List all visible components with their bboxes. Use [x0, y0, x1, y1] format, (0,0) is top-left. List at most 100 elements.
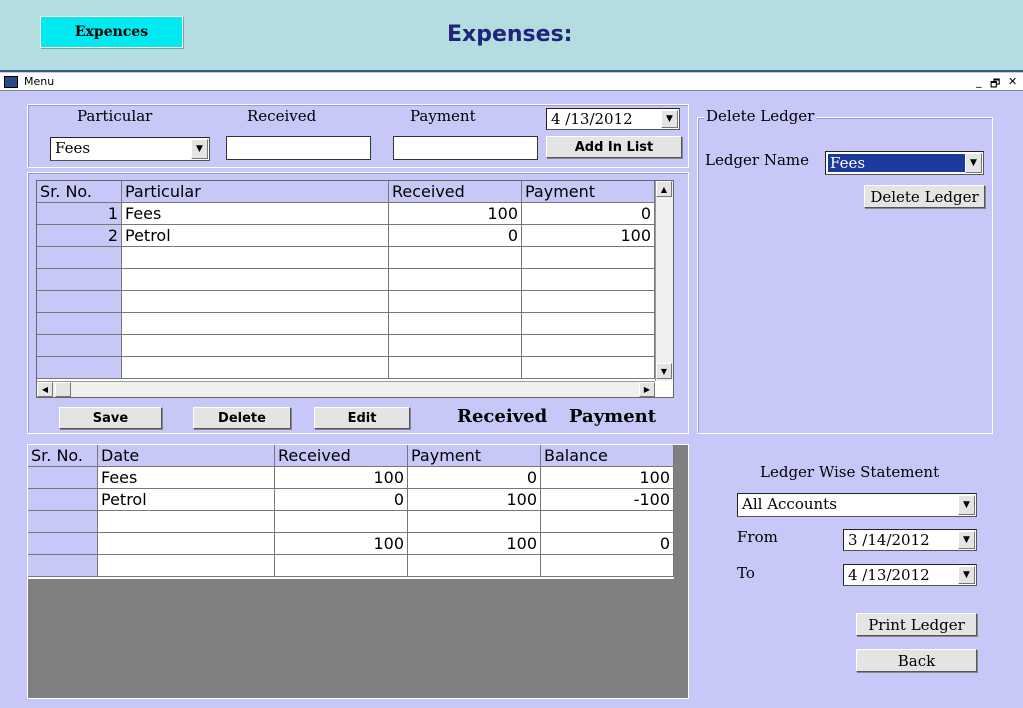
table-cell[interactable]: 0: [541, 533, 674, 555]
row-number[interactable]: 1: [37, 203, 122, 225]
table-cell[interactable]: [389, 335, 522, 357]
table-cell[interactable]: 0: [389, 225, 522, 247]
table-cell[interactable]: [408, 555, 541, 577]
ledger-name-select[interactable]: Fees ▼: [825, 151, 984, 175]
table-cell[interactable]: [522, 291, 655, 313]
table-cell[interactable]: [389, 291, 522, 313]
column-header[interactable]: Received: [389, 181, 522, 203]
column-header[interactable]: Date: [98, 445, 275, 467]
table-cell[interactable]: 100: [408, 489, 541, 511]
table-cell[interactable]: [389, 313, 522, 335]
row-number[interactable]: [28, 489, 98, 511]
table-cell[interactable]: [98, 511, 275, 533]
scroll-thumb[interactable]: [55, 382, 71, 397]
table-cell[interactable]: [389, 269, 522, 291]
table-cell[interactable]: [98, 533, 275, 555]
table-cell[interactable]: [522, 269, 655, 291]
back-button[interactable]: Back: [856, 649, 977, 672]
table-cell[interactable]: [522, 357, 655, 379]
close-icon[interactable]: ✕: [1008, 75, 1017, 88]
chevron-down-icon[interactable]: ▼: [958, 531, 975, 549]
row-number[interactable]: [37, 313, 122, 335]
entries-grid[interactable]: Sr. No. Particular Received Payment 1 Fe…: [36, 180, 674, 398]
table-cell[interactable]: [122, 269, 389, 291]
from-date-picker[interactable]: 3 /14/2012 ▼: [843, 529, 977, 551]
table-cell[interactable]: 100: [408, 533, 541, 555]
print-ledger-button[interactable]: Print Ledger: [856, 613, 977, 636]
delete-ledger-button[interactable]: Delete Ledger: [864, 185, 985, 208]
scroll-left-icon[interactable]: ◀: [37, 382, 53, 397]
vertical-scrollbar[interactable]: ▲ ▼: [655, 181, 673, 381]
entry-date-picker[interactable]: 4 /13/2012 ▼: [546, 108, 680, 130]
minimize-icon[interactable]: _: [976, 75, 982, 88]
table-cell[interactable]: 100: [541, 467, 674, 489]
row-number[interactable]: [37, 269, 122, 291]
table-cell[interactable]: 0: [275, 489, 408, 511]
add-in-list-button[interactable]: Add In List: [546, 136, 682, 158]
column-header[interactable]: Particular: [122, 181, 389, 203]
table-cell[interactable]: [408, 511, 541, 533]
row-number[interactable]: [28, 467, 98, 489]
row-number[interactable]: [37, 357, 122, 379]
scroll-up-icon[interactable]: ▲: [656, 181, 672, 197]
table-cell[interactable]: 0: [408, 467, 541, 489]
save-button[interactable]: Save: [59, 407, 162, 429]
table-cell[interactable]: Petrol: [98, 489, 275, 511]
table-cell[interactable]: [522, 247, 655, 269]
table-cell[interactable]: 100: [275, 533, 408, 555]
statement-grid[interactable]: Sr. No. Date Received Payment Balance Fe…: [28, 445, 674, 579]
table-cell[interactable]: Fees: [98, 467, 275, 489]
chevron-down-icon[interactable]: ▼: [958, 566, 975, 584]
table-cell[interactable]: 100: [275, 467, 408, 489]
table-cell[interactable]: -100: [541, 489, 674, 511]
row-number[interactable]: [37, 335, 122, 357]
column-header[interactable]: Balance: [541, 445, 674, 467]
menu-label[interactable]: Menu: [24, 75, 54, 88]
table-cell[interactable]: [541, 511, 674, 533]
table-cell[interactable]: Fees: [122, 203, 389, 225]
received-input[interactable]: [226, 136, 371, 160]
payment-input[interactable]: [393, 136, 538, 160]
column-header[interactable]: Payment: [408, 445, 541, 467]
scroll-down-icon[interactable]: ▼: [656, 363, 672, 379]
table-cell[interactable]: [122, 291, 389, 313]
table-cell[interactable]: [389, 357, 522, 379]
table-cell[interactable]: [522, 335, 655, 357]
table-cell[interactable]: [522, 313, 655, 335]
chevron-down-icon[interactable]: ▼: [661, 110, 678, 128]
row-number[interactable]: [37, 247, 122, 269]
table-cell[interactable]: [122, 357, 389, 379]
column-header[interactable]: Sr. No.: [28, 445, 98, 467]
column-header[interactable]: Payment: [522, 181, 655, 203]
column-header[interactable]: Sr. No.: [37, 181, 122, 203]
table-cell[interactable]: [122, 313, 389, 335]
to-date-picker[interactable]: 4 /13/2012 ▼: [843, 564, 977, 586]
horizontal-scrollbar[interactable]: ◀ ▶: [37, 381, 655, 397]
column-header[interactable]: Received: [275, 445, 408, 467]
particular-select[interactable]: Fees ▼: [50, 137, 210, 161]
row-number[interactable]: [37, 291, 122, 313]
delete-button[interactable]: Delete: [193, 407, 291, 429]
row-number[interactable]: [28, 555, 98, 577]
row-number[interactable]: [28, 511, 98, 533]
table-cell[interactable]: 100: [389, 203, 522, 225]
table-cell[interactable]: [275, 555, 408, 577]
table-cell[interactable]: [275, 511, 408, 533]
chevron-down-icon[interactable]: ▼: [965, 153, 982, 173]
row-number[interactable]: 2: [37, 225, 122, 247]
scroll-right-icon[interactable]: ▶: [639, 382, 655, 397]
account-select[interactable]: All Accounts ▼: [737, 493, 977, 517]
table-cell[interactable]: [541, 555, 674, 577]
table-cell[interactable]: Petrol: [122, 225, 389, 247]
table-cell[interactable]: [122, 247, 389, 269]
table-cell[interactable]: 100: [522, 225, 655, 247]
expences-button[interactable]: Expences: [40, 16, 183, 48]
row-number[interactable]: [28, 533, 98, 555]
table-cell[interactable]: [122, 335, 389, 357]
table-cell[interactable]: [98, 555, 275, 577]
chevron-down-icon[interactable]: ▼: [958, 495, 975, 515]
edit-button[interactable]: Edit: [314, 407, 410, 429]
table-cell[interactable]: 0: [522, 203, 655, 225]
chevron-down-icon[interactable]: ▼: [191, 139, 208, 159]
table-cell[interactable]: [389, 247, 522, 269]
